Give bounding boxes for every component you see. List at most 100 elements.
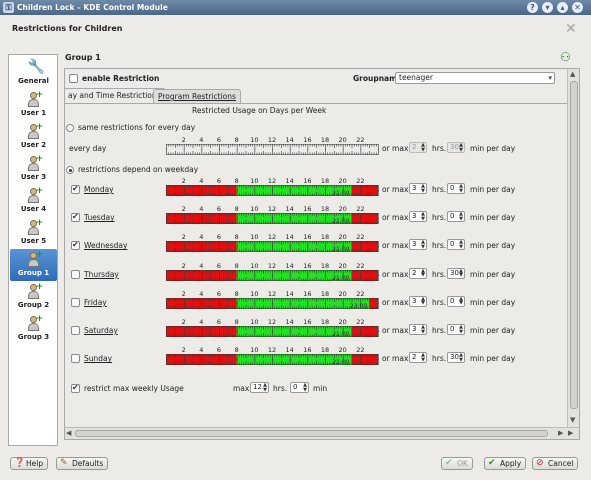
day-checkbox-tuesday[interactable] [71, 212, 80, 223]
ok-button[interactable]: ✔ OK [441, 457, 473, 470]
spin-arrows-icon: ▲ ▼ [421, 324, 425, 335]
hours-spinbox[interactable]: 2 ▲ ▼ [409, 352, 427, 364]
ruler-tick-label: 14 [286, 136, 294, 144]
day-checkbox-friday[interactable] [71, 297, 80, 307]
timeline-svg: 2 4 6 8 10 12 14 16 18 20 22 [166, 136, 379, 155]
ruler-tick-label: 4 [199, 136, 203, 144]
horizontal-scrollbar[interactable]: ◀ ▶ ▶ [65, 427, 579, 439]
group-add-icon[interactable]: ⚇ [560, 50, 571, 64]
ruler-tick-label: 10 [250, 177, 258, 185]
close-icon[interactable]: ✕ [572, 2, 583, 13]
hrs-label: hrs. [432, 326, 447, 335]
sidebar-item-user-4[interactable]: + User 4 [10, 185, 57, 217]
day-label-saturday: Saturday [84, 326, 118, 335]
ruler-tick-label: 10 [250, 262, 258, 270]
minutes-spinbox[interactable]: 0 ▲ ▼ [447, 324, 465, 335]
scroll-right-icon[interactable]: ▶ [558, 429, 563, 437]
ruler-tick-label: 12 [268, 233, 276, 241]
ruler-tick-label: 4 [199, 177, 203, 185]
minutes-spinbox[interactable]: 0 ▲ ▼ [447, 211, 465, 223]
timeline-wednesday[interactable]: 2 4 6 8 10 12 14 16 18 20 22 21:00 [166, 233, 380, 253]
timeline-friday[interactable]: 2 4 6 8 10 12 14 16 18 20 22 23:00 [166, 290, 380, 310]
sidebar-item-group-2[interactable]: + Group 2 [10, 281, 57, 313]
help-button[interactable]: ❓ Help [10, 457, 49, 470]
hours-spinbox[interactable]: 3 ▲ ▼ [409, 324, 427, 335]
sidebar-item-user-3[interactable]: + User 3 [10, 153, 57, 185]
enable-restriction-checkbox[interactable] [69, 74, 78, 83]
spin-arrows-icon: ▲ ▼ [421, 352, 425, 363]
tab-label: Program Restrictions [158, 92, 236, 101]
hours-spinbox[interactable]: 3 ▲ ▼ [409, 183, 427, 194]
every-day-minutes-spinbox[interactable]: 30 ▲ ▼ [447, 142, 465, 153]
or-max-label: or max [382, 241, 409, 251]
scroll-area[interactable]: enable Restriction Groupname teenager ▾ … [64, 68, 580, 440]
sidebar-item-group-1[interactable]: + Group 1 [10, 249, 57, 281]
sidebar-item-general[interactable]: 🔧 General [10, 57, 57, 89]
weekly-minutes-spinbox[interactable]: 0 ▲ ▼ [290, 382, 309, 393]
horizontal-scroll-thumb[interactable] [75, 430, 548, 437]
button-bar: ❓ Help ✎ Defaults ✔ OK ✔ Apply ⊘ Cancel [0, 451, 591, 480]
maximize-icon[interactable]: ▴ [557, 2, 568, 13]
minutes-spinbox[interactable]: 0 ▲ ▼ [447, 295, 465, 307]
apply-button[interactable]: ✔ Apply [484, 457, 527, 470]
groupname-combo[interactable]: teenager ▾ [395, 72, 555, 84]
hours-spinbox[interactable]: 3 ▲ ▼ [409, 239, 427, 251]
timeline-sunday[interactable]: 2 4 6 8 10 12 14 16 18 20 22 21:00 [166, 346, 380, 366]
day-checkbox-thursday[interactable] [71, 269, 80, 279]
ruler-tick-label: 14 [286, 290, 294, 298]
weekly-hours-spinbox[interactable]: 12 ▲ ▼ [250, 382, 269, 393]
vertical-scroll-thumb[interactable] [570, 81, 578, 409]
minutes-spinbox[interactable]: 30 ▲ ▼ [447, 267, 465, 279]
depend-weekday-radio[interactable] [66, 166, 74, 174]
every-day-hours-spinbox[interactable]: 2 ▲ ▼ [409, 142, 427, 153]
scroll-right-end-icon[interactable]: ▶ [568, 429, 573, 437]
same-restrictions-radio[interactable] [66, 124, 74, 132]
help-icon[interactable]: ? [527, 2, 538, 13]
weekly-usage-checkbox[interactable] [71, 383, 80, 393]
timeline-saturday[interactable]: 2 4 6 8 10 12 14 16 18 20 22 21:00 [166, 318, 380, 338]
hours-spinbox[interactable]: 2 ▲ ▼ [409, 267, 427, 279]
scroll-up-icon[interactable]: ▲ [570, 70, 575, 78]
spin-value: 0 [450, 240, 455, 249]
sidebar-item-group-3[interactable]: + Group 3 [10, 313, 57, 345]
every-day-timeline[interactable]: 2 4 6 8 10 12 14 16 18 20 22 [166, 136, 380, 156]
minutes-spinbox[interactable]: 0 ▲ ▼ [447, 239, 465, 251]
day-label-thursday: Thursday [84, 269, 119, 279]
sidebar-item-label: User 2 [20, 141, 47, 149]
timeline-svg: 2 4 6 8 10 12 14 16 18 20 2221:00 [166, 233, 379, 253]
spin-arrows-icon: ▲ ▼ [459, 183, 463, 194]
scroll-left-icon[interactable]: ◀ [66, 429, 71, 437]
day-checkbox-saturday[interactable] [71, 326, 80, 335]
tab-day-time-restrictions[interactable]: ay and Time Restrictions [65, 88, 166, 103]
minimize-icon[interactable]: ▾ [542, 2, 553, 13]
spin-value: 3 [412, 296, 417, 305]
ruler-tick-label: 12 [268, 346, 276, 354]
tab-bar: ay and Time Restrictions Program Restric… [65, 88, 567, 103]
timeline-monday[interactable]: 2 4 6 8 10 12 14 16 18 20 22 21:00 [166, 177, 380, 197]
minutes-spinbox[interactable]: 0 ▲ ▼ [447, 183, 465, 194]
ruler-tick-label: 10 [250, 318, 258, 326]
sidebar-item-label: General [18, 77, 49, 85]
spin-value: 30 [450, 143, 459, 151]
sidebar-item-user-2[interactable]: + User 2 [10, 121, 57, 153]
vertical-scrollbar[interactable]: ▲ ▼ [567, 69, 579, 427]
sidebar-item-user-1[interactable]: + User 1 [10, 89, 57, 121]
day-checkbox-monday[interactable] [71, 184, 80, 194]
timeline-thursday[interactable]: 2 4 6 8 10 12 14 16 18 20 22 21:00 [166, 262, 380, 282]
timeline-tuesday[interactable]: 2 4 6 8 10 12 14 16 18 20 22 21:00 [166, 205, 380, 225]
sidebar-item-user-5[interactable]: + User 5 [10, 217, 57, 249]
close-module-icon[interactable]: ✕ [565, 21, 577, 37]
ruler-tick-label: 18 [321, 290, 329, 298]
cancel-button[interactable]: ⊘ Cancel [532, 457, 579, 470]
hrs-label: hrs. [432, 297, 447, 307]
defaults-button[interactable]: ✎ Defaults [56, 457, 109, 470]
ruler-tick-label: 2 [182, 205, 186, 213]
scroll-down-icon[interactable]: ▼ [570, 416, 575, 424]
spin-arrows-icon: ▲ ▼ [421, 295, 425, 307]
tab-program-restrictions[interactable]: Program Restrictions [153, 89, 241, 103]
hours-spinbox[interactable]: 3 ▲ ▼ [409, 295, 427, 307]
day-checkbox-sunday[interactable] [71, 354, 80, 364]
day-checkbox-wednesday[interactable] [71, 240, 80, 251]
hours-spinbox[interactable]: 3 ▲ ▼ [409, 211, 427, 223]
minutes-spinbox[interactable]: 30 ▲ ▼ [447, 352, 465, 364]
